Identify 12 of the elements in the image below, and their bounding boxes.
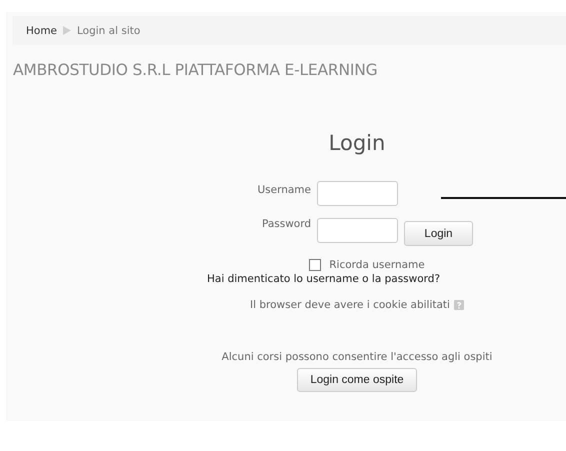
breadcrumb-link[interactable]: Home (26, 24, 58, 36)
field-label: Password (260, 217, 311, 230)
login-button[interactable]: Login (404, 221, 473, 246)
breadcrumb-current: Login al sito (77, 24, 140, 36)
checkbox-label: Ricorda username (329, 259, 425, 271)
cookie-note: Il browser deve avere i cookie abilitati (250, 299, 450, 311)
field-label: Username (256, 183, 311, 196)
guest-login-button[interactable]: Login come ospite (297, 368, 417, 392)
forgot-password-link[interactable]: Hai dimenticato lo username o la password? (207, 273, 440, 285)
guest-note: Alcuni corsi possono consentire l'accesso agli ospiti (222, 351, 492, 363)
site-title: AMBROSTUDIO S.R.L PIATTAFORMA E-LEARNING (13, 61, 378, 79)
login-title: Login (328, 131, 386, 155)
